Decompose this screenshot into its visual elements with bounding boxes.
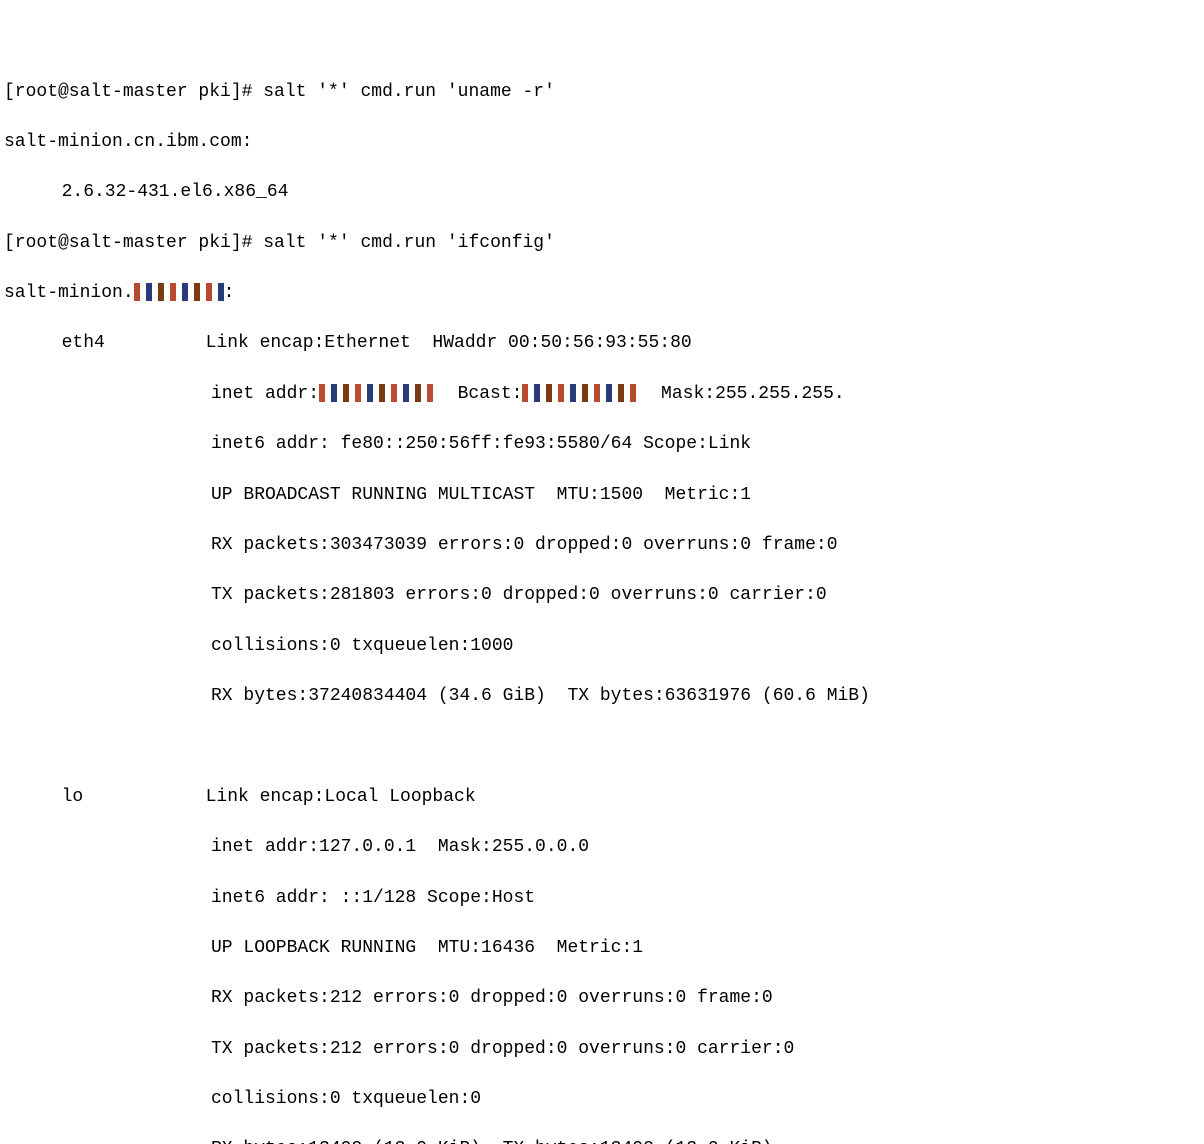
iface-eth4-rx-packets: RX packets:303473039 errors:0 dropped:0 … xyxy=(4,533,1200,558)
minion-hostname-1: salt-minion.cn.ibm.com: xyxy=(4,130,1200,155)
command-2: salt '*' cmd.run 'ifconfig' xyxy=(263,233,555,253)
iface-lo-bytes: RX bytes:13402 (13.0 KiB) TX bytes:13402… xyxy=(4,1137,1200,1144)
prompt-line-1: [root@salt-master pki]# salt '*' cmd.run… xyxy=(4,80,1200,105)
command-1: salt '*' cmd.run 'uname -r' xyxy=(263,82,555,102)
iface-lo-header: loLink encap:Local Loopback xyxy=(4,785,1200,810)
iface-eth4-tx-packets: TX packets:281803 errors:0 dropped:0 ove… xyxy=(4,583,1200,608)
blank-line xyxy=(4,734,1200,759)
kernel-version: 2.6.32-431.el6.x86_64 xyxy=(4,180,1200,205)
redacted-inet-addr xyxy=(319,384,436,402)
shell-prompt[interactable]: [root@salt-master pki]# xyxy=(4,233,263,253)
iface-lo-flags: UP LOOPBACK RUNNING MTU:16436 Metric:1 xyxy=(4,936,1200,961)
iface-eth4-flags: UP BROADCAST RUNNING MULTICAST MTU:1500 … xyxy=(4,483,1200,508)
iface-lo-tx-packets: TX packets:212 errors:0 dropped:0 overru… xyxy=(4,1037,1200,1062)
redacted-domain xyxy=(134,283,224,301)
redacted-bcast xyxy=(522,384,639,402)
iface-eth4-bytes: RX bytes:37240834404 (34.6 GiB) TX bytes… xyxy=(4,684,1200,709)
iface-eth4-inet6: inet6 addr: fe80::250:56ff:fe93:5580/64 … xyxy=(4,432,1200,457)
shell-prompt[interactable]: [root@salt-master pki]# xyxy=(4,82,263,102)
iface-lo-collisions: collisions:0 txqueuelen:0 xyxy=(4,1087,1200,1112)
iface-lo-inet6: inet6 addr: ::1/128 Scope:Host xyxy=(4,886,1200,911)
iface-lo-inet: inet addr:127.0.0.1 Mask:255.0.0.0 xyxy=(4,835,1200,860)
minion-hostname-2: salt-minion.: xyxy=(4,281,1200,306)
iface-lo-rx-packets: RX packets:212 errors:0 dropped:0 overru… xyxy=(4,986,1200,1011)
prompt-line-2: [root@salt-master pki]# salt '*' cmd.run… xyxy=(4,231,1200,256)
iface-eth4-collisions: collisions:0 txqueuelen:1000 xyxy=(4,634,1200,659)
iface-eth4-header: eth4Link encap:Ethernet HWaddr 00:50:56:… xyxy=(4,331,1200,356)
iface-eth4-inet: inet addr: Bcast: Mask:255.255.255. xyxy=(4,382,1200,407)
